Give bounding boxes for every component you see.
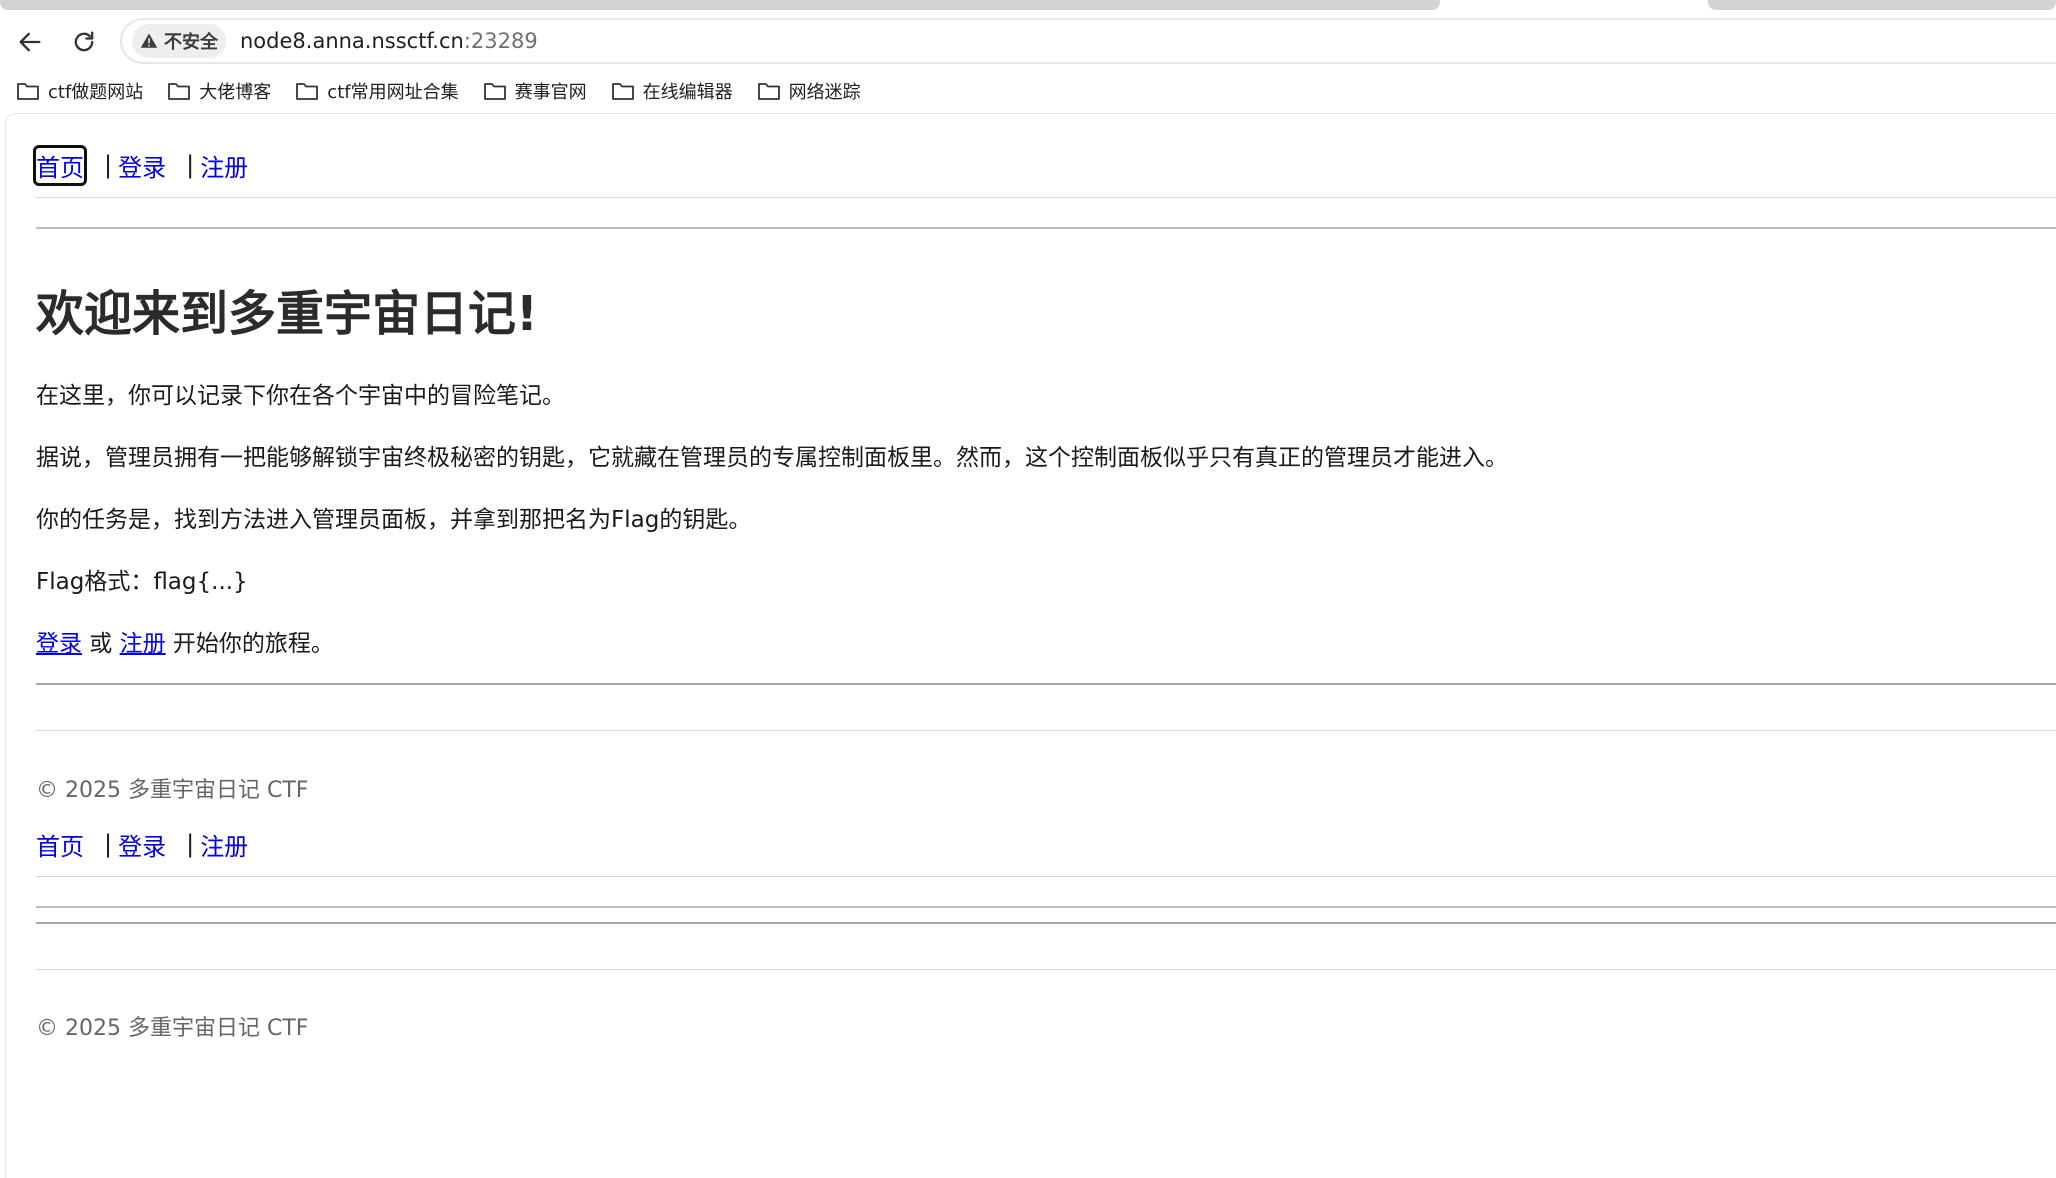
divider — [36, 730, 2056, 731]
bookmark-label: 在线编辑器 — [642, 82, 733, 103]
bookmark-folder-events[interactable]: 赛事官网 — [483, 78, 587, 104]
divider — [36, 227, 2056, 229]
divider — [36, 969, 2056, 970]
task-paragraph: 你的任务是，找到方法进入管理员面板，并拿到那把名为Flag的钥匙。 — [36, 507, 752, 533]
cta-register-link[interactable]: 注册 — [120, 631, 166, 657]
nav-separator: | — [104, 830, 113, 858]
bookmark-label: 赛事官网 — [514, 82, 587, 103]
tab-strip — [0, 0, 2056, 16]
tab-strip-inactive-tab[interactable] — [1708, 0, 2056, 10]
url-port: :23289 — [463, 29, 538, 53]
bookmark-folder-editors[interactable]: 在线编辑器 — [611, 78, 733, 104]
cta-rest-text: 开始你的旅程。 — [165, 631, 334, 657]
bookmark-label: ctf做题网站 — [48, 82, 144, 103]
bookmarks-bar: ctf做题网站 大佬博客 ctf常用网址合集 赛事官网 在线编辑器 网络迷踪 — [0, 70, 2056, 112]
divider — [36, 876, 2056, 877]
bookmark-label: 大佬博客 — [199, 82, 272, 103]
intro-paragraph: 在这里，你可以记录下你在各个宇宙中的冒险笔记。 — [36, 383, 565, 409]
security-indicator[interactable]: 不安全 — [132, 24, 226, 58]
divider — [36, 906, 2056, 908]
divider — [36, 922, 2056, 924]
reload-icon — [74, 31, 94, 52]
nav-separator: | — [186, 151, 195, 179]
nav-login-link[interactable]: 登录 — [118, 148, 166, 183]
folder-icon — [611, 83, 634, 100]
flag-format-paragraph: Flag格式：flag{...} — [36, 569, 248, 595]
page-viewport: 首页 | 登录 | 注册 欢迎来到多重宇宙日记! 在这里，你可以记录下你在各个宇… — [6, 114, 2056, 1178]
divider — [36, 197, 2056, 198]
folder-icon — [168, 83, 191, 100]
bookmark-folder-blogs[interactable]: 大佬博客 — [167, 78, 271, 104]
security-label: 不安全 — [164, 32, 218, 53]
url-host: node8.anna.nssctf.cn — [240, 29, 464, 53]
nav-register-link[interactable]: 注册 — [200, 148, 248, 183]
back-arrow-icon — [19, 32, 41, 52]
folder-icon — [296, 83, 319, 100]
tab-strip-active-region[interactable] — [0, 0, 1440, 10]
top-nav: 首页 | 登录 | 注册 — [33, 144, 248, 186]
bookmark-label: 网络迷踪 — [788, 82, 861, 103]
cta-or-text: 或 — [82, 631, 120, 657]
back-button[interactable] — [12, 24, 48, 60]
bookmark-folder-osint[interactable]: 网络迷踪 — [757, 78, 861, 104]
nav-home-link[interactable]: 首页 — [33, 144, 87, 186]
folder-icon — [17, 83, 39, 100]
footer-nav-register-link[interactable]: 注册 — [200, 827, 248, 862]
page-title: 欢迎来到多重宇宙日记! — [36, 286, 538, 342]
folder-icon — [757, 83, 780, 100]
nav-separator: | — [104, 151, 113, 179]
cta-login-link[interactable]: 登录 — [36, 631, 82, 657]
footer-copyright: © 2025 多重宇宙日记 CTF — [36, 778, 309, 803]
footer-nav: 首页 | 登录 | 注册 — [36, 824, 248, 864]
folder-icon — [483, 83, 506, 100]
warning-triangle-icon — [140, 33, 158, 48]
bookmark-folder-ctf-sites[interactable]: ctf做题网站 — [16, 78, 143, 104]
reload-button[interactable] — [66, 24, 102, 60]
bookmark-label: ctf常用网址合集 — [327, 82, 459, 103]
footer-nav-login-link[interactable]: 登录 — [118, 827, 166, 862]
divider — [36, 683, 2056, 685]
footer-copyright: © 2025 多重宇宙日记 CTF — [36, 1016, 309, 1041]
cta-paragraph: 登录 或 注册 开始你的旅程。 — [36, 624, 334, 658]
footer-nav-home-link[interactable]: 首页 — [36, 827, 84, 862]
bookmark-folder-ctf-links[interactable]: ctf常用网址合集 — [295, 78, 459, 104]
story-paragraph: 据说，管理员拥有一把能够解锁宇宙终极秘密的钥匙，它就藏在管理员的专属控制面板里。… — [36, 445, 1508, 471]
browser-toolbar: 不安全 node8.anna.nssctf.cn:23289 — [0, 16, 2056, 66]
nav-separator: | — [186, 830, 195, 858]
address-bar[interactable]: 不安全 node8.anna.nssctf.cn:23289 — [120, 18, 2056, 64]
